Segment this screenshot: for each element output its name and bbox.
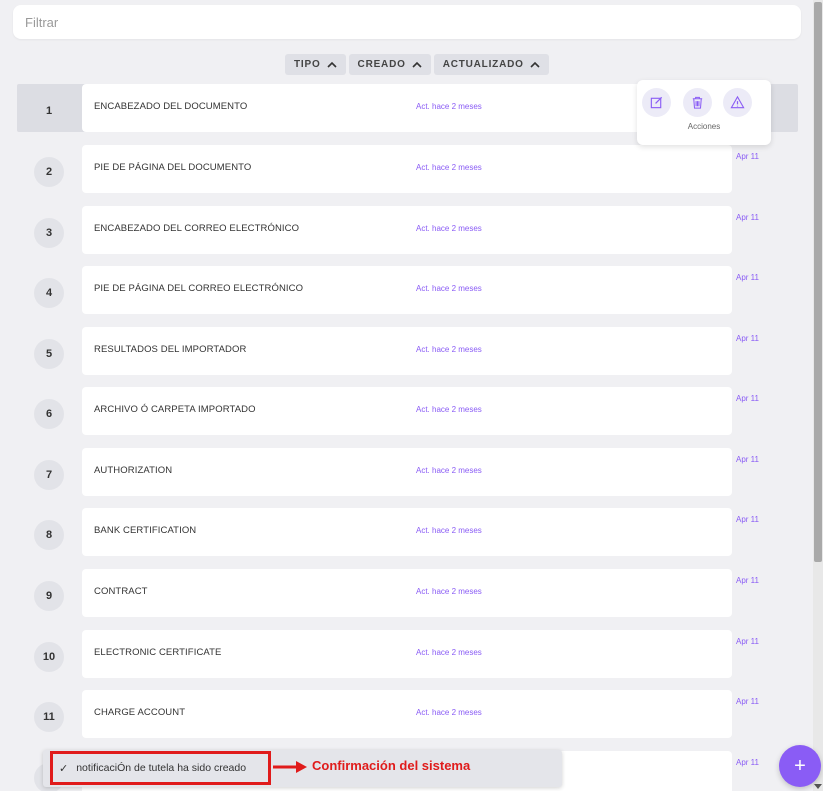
filter-input[interactable] — [25, 14, 801, 30]
list-item[interactable]: 11 CHARGE ACCOUNT Act. hace 2 meses Apr … — [17, 690, 798, 738]
row-number: 5 — [34, 339, 64, 369]
chevron-up-icon — [326, 61, 337, 68]
row-number: 7 — [34, 460, 64, 490]
row-name: CHARGE ACCOUNT — [94, 707, 186, 718]
list-item[interactable]: 10 ELECTRONIC CERTIFICATE Act. hace 2 me… — [17, 630, 798, 678]
row-updated: Act. hace 2 meses — [416, 708, 482, 717]
row-name: CONTRACT — [94, 586, 148, 597]
row-card[interactable]: AUTHORIZATION Act. hace 2 meses — [82, 448, 732, 496]
annotation-arrow-icon — [273, 761, 307, 773]
list-item[interactable]: 9 CONTRACT Act. hace 2 meses Apr 11 — [17, 569, 798, 617]
row-number: 8 — [34, 520, 64, 550]
row-updated: Act. hace 2 meses — [416, 102, 482, 111]
add-button[interactable]: + — [779, 745, 821, 787]
edit-icon — [650, 96, 663, 109]
scrollbar-thumb[interactable] — [814, 2, 822, 562]
row-card[interactable]: ENCABEZADO DEL DOCUMENTO Act. hace 2 mes… — [82, 84, 732, 132]
trash-icon — [692, 96, 703, 109]
actions-popup: Acciones — [637, 80, 771, 145]
row-updated: Act. hace 2 meses — [416, 405, 482, 414]
row-date: Apr 11 — [736, 758, 759, 767]
row-card[interactable]: BANK CERTIFICATION Act. hace 2 meses — [82, 508, 732, 556]
sort-actualizado-button[interactable]: ACTUALIZADO — [433, 54, 549, 75]
row-date: Apr 11 — [736, 334, 759, 343]
row-name: ELECTRONIC CERTIFICATE — [94, 647, 222, 658]
row-card[interactable]: ENCABEZADO DEL CORREO ELECTRÓNICO Act. h… — [82, 206, 732, 254]
row-name: PIE DE PÁGINA DEL CORREO ELECTRÓNICO — [94, 283, 304, 294]
sort-bar: TIPO CREADO ACTUALIZADO — [285, 54, 549, 75]
row-date: Apr 11 — [736, 273, 759, 282]
list-item[interactable]: 7 AUTHORIZATION Act. hace 2 meses Apr 11 — [17, 448, 798, 496]
row-number: 2 — [34, 157, 64, 187]
list-item[interactable]: 8 BANK CERTIFICATION Act. hace 2 meses A… — [17, 508, 798, 556]
row-card[interactable]: ELECTRONIC CERTIFICATE Act. hace 2 meses — [82, 630, 732, 678]
check-icon: ✓ — [59, 762, 69, 775]
row-number: 10 — [34, 642, 64, 672]
row-date: Apr 11 — [736, 515, 759, 524]
row-name: BANK CERTIFICATION — [94, 525, 197, 536]
row-updated: Act. hace 2 meses — [416, 466, 482, 475]
row-name: ARCHIVO Ó CARPETA IMPORTADO — [94, 404, 256, 415]
row-name: AUTHORIZATION — [94, 465, 173, 476]
sort-label: ACTUALIZADO — [442, 59, 524, 70]
row-number: 3 — [34, 218, 64, 248]
plus-icon: + — [794, 754, 806, 777]
actions-label: Acciones — [687, 122, 721, 131]
row-name: RESULTADOS DEL IMPORTADOR — [94, 344, 247, 355]
row-updated: Act. hace 2 meses — [416, 284, 482, 293]
row-card[interactable]: PIE DE PÁGINA DEL DOCUMENTO Act. hace 2 … — [82, 145, 732, 193]
row-updated: Act. hace 2 meses — [416, 587, 482, 596]
row-date: Apr 11 — [736, 394, 759, 403]
row-date: Apr 11 — [736, 213, 759, 222]
row-number: 4 — [34, 278, 64, 308]
list-item[interactable]: 5 RESULTADOS DEL IMPORTADOR Act. hace 2 … — [17, 327, 798, 375]
edit-button[interactable] — [642, 88, 671, 117]
chevron-up-icon — [412, 61, 422, 68]
row-updated: Act. hace 2 meses — [416, 648, 482, 657]
sort-creado-button[interactable]: CREADO — [348, 54, 431, 75]
row-date: Apr 11 — [736, 697, 759, 706]
toast-message: notificaciÓn de tutela ha sido creado — [76, 762, 247, 774]
row-card[interactable]: CHARGE ACCOUNT Act. hace 2 meses — [82, 690, 732, 738]
warning-icon — [730, 95, 745, 109]
list-item[interactable]: 4 PIE DE PÁGINA DEL CORREO ELECTRÓNICO A… — [17, 266, 798, 314]
row-card[interactable]: PIE DE PÁGINA DEL CORREO ELECTRÓNICO Act… — [82, 266, 732, 314]
chevron-up-icon — [530, 61, 540, 68]
row-name: ENCABEZADO DEL DOCUMENTO — [94, 101, 248, 112]
row-card[interactable]: RESULTADOS DEL IMPORTADOR Act. hace 2 me… — [82, 327, 732, 375]
row-updated: Act. hace 2 meses — [416, 526, 482, 535]
row-updated: Act. hace 2 meses — [416, 163, 482, 172]
list-item[interactable]: 3 ENCABEZADO DEL CORREO ELECTRÓNICO Act.… — [17, 206, 798, 254]
sort-tipo-button[interactable]: TIPO — [285, 54, 346, 75]
sort-label: TIPO — [294, 59, 321, 70]
row-updated: Act. hace 2 meses — [416, 224, 482, 233]
row-date: Apr 11 — [736, 637, 759, 646]
delete-button[interactable] — [683, 88, 712, 117]
row-name: PIE DE PÁGINA DEL DOCUMENTO — [94, 162, 252, 173]
vertical-scrollbar[interactable] — [813, 0, 823, 791]
row-card[interactable]: CONTRACT Act. hace 2 meses — [82, 569, 732, 617]
filter-bar — [13, 5, 801, 39]
toast-highlight: ✓ notificaciÓn de tutela ha sido creado — [50, 751, 271, 785]
row-number: 9 — [34, 581, 64, 611]
report-button[interactable] — [723, 88, 752, 117]
row-number: 1 — [45, 105, 53, 117]
row-updated: Act. hace 2 meses — [416, 345, 482, 354]
row-date: Apr 11 — [736, 455, 759, 464]
row-name: ENCABEZADO DEL CORREO ELECTRÓNICO — [94, 223, 300, 234]
row-number: 11 — [34, 702, 64, 732]
sort-label: CREADO — [357, 59, 406, 70]
row-date: Apr 11 — [736, 576, 759, 585]
scroll-down-icon[interactable] — [814, 784, 822, 789]
list-item[interactable]: 6 ARCHIVO Ó CARPETA IMPORTADO Act. hace … — [17, 387, 798, 435]
annotation-label: Confirmación del sistema — [312, 758, 471, 773]
row-number: 6 — [34, 399, 64, 429]
list-item[interactable]: 2 PIE DE PÁGINA DEL DOCUMENTO Act. hace … — [17, 145, 798, 193]
row-date: Apr 11 — [736, 152, 759, 161]
row-card[interactable]: ARCHIVO Ó CARPETA IMPORTADO Act. hace 2 … — [82, 387, 732, 435]
